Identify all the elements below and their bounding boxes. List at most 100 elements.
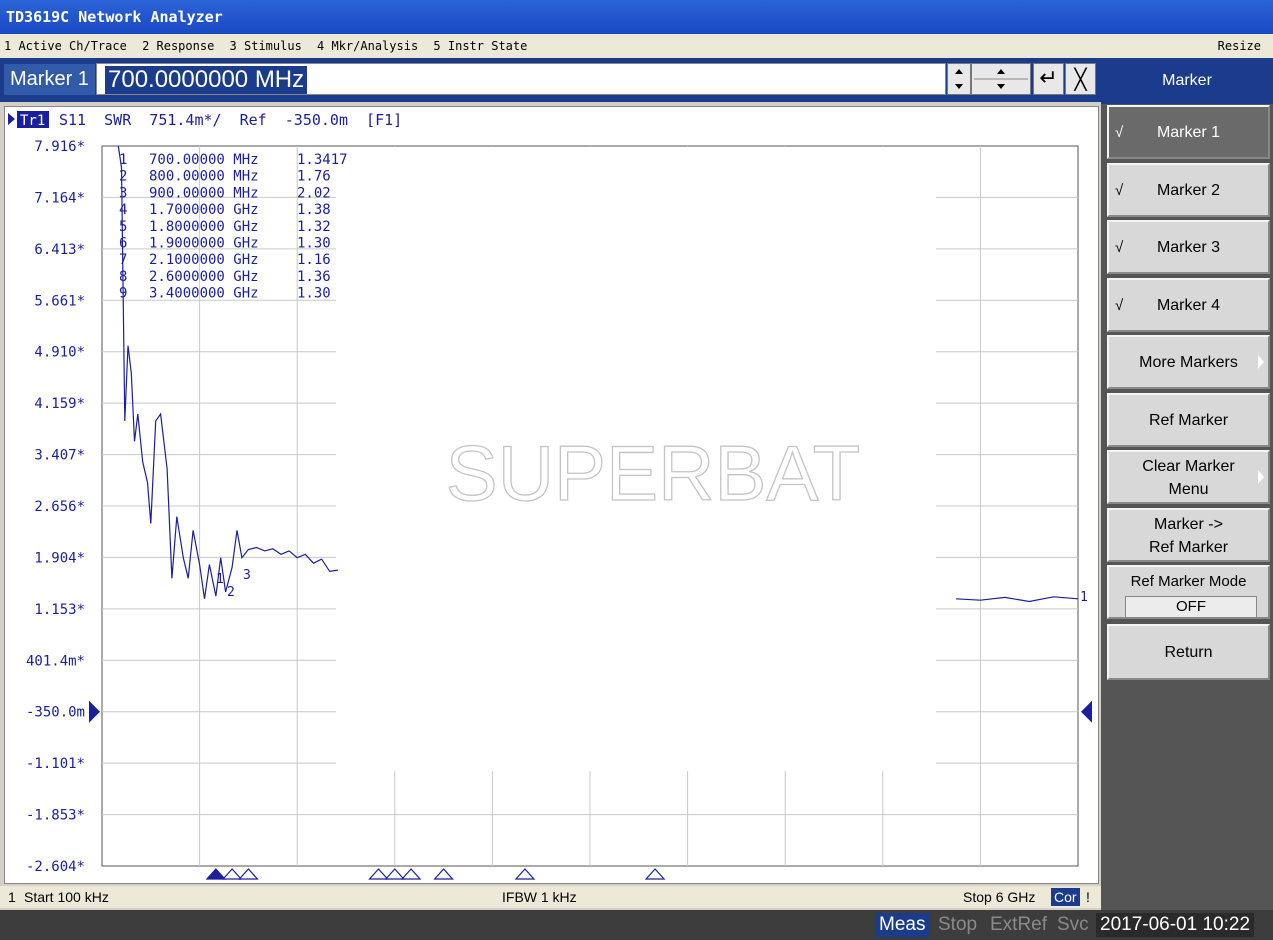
submenu-arrow-icon: [1258, 470, 1264, 484]
marker-triangle-icon: [514, 868, 536, 880]
marker-3-key[interactable]: √ Marker 3: [1107, 220, 1270, 274]
spin-up-down-button[interactable]: [947, 63, 971, 95]
status-ifbw: IFBW 1 kHz: [502, 889, 577, 905]
marker-3-trace-label: 3: [243, 568, 251, 583]
marker-table-stimulus: 700.00000 MHz: [149, 152, 259, 168]
trace-end-label: 1: [1080, 590, 1088, 605]
window-title: TD3619C Network Analyzer: [0, 0, 1273, 34]
marker-triangle-icon: [205, 868, 227, 880]
active-trace-arrow-icon: [8, 113, 15, 125]
marker-to-ref-label-2: Ref Marker: [1148, 539, 1229, 556]
marker-to-ref-key[interactable]: Marker -> Ref Marker: [1107, 508, 1270, 562]
footer-stop: Stop: [938, 914, 978, 935]
y-tick-label: 4.159*: [34, 396, 85, 412]
marker-triangle-icon: [433, 868, 454, 880]
entry-label: Marker 1: [4, 64, 95, 95]
resize-button[interactable]: Resize: [1214, 34, 1265, 58]
watermark: SUPERBAT: [446, 429, 861, 517]
trace-header-text: S11 SWR 751.4m*/ Ref -350.0m [F1]: [59, 111, 402, 129]
step-up-down-button[interactable]: [971, 63, 1031, 95]
y-tick-label: 7.916*: [34, 139, 85, 155]
clear-marker-label-1: Clear Marker: [1142, 458, 1235, 475]
marker-table-value: 1.32: [297, 219, 331, 235]
marker-triangle-icon: [238, 868, 259, 880]
ref-marker-key[interactable]: Ref Marker: [1107, 393, 1270, 447]
marker-triangle-icon: [644, 868, 666, 880]
marker-4-key[interactable]: √ Marker 4: [1107, 278, 1270, 332]
marker-2-label: Marker 2: [1156, 182, 1221, 199]
chart-area[interactable]: 7.916* 7.164* 6.413* 5.661* 4.910* 4.159* 3.40…: [4, 106, 1099, 884]
marker-triangle-icon: [400, 868, 422, 880]
status-start: Start 100 kHz: [24, 889, 109, 905]
menu-bar: 1 Active Ch/Trace 2 Response 3 Stimulus …: [0, 34, 1273, 58]
clear-marker-label-2: Menu: [1168, 481, 1209, 498]
marker-table-value: 1.36: [297, 269, 331, 285]
marker-triangles: [205, 868, 666, 880]
enter-button[interactable]: ↵: [1033, 63, 1064, 95]
clear-marker-menu-key[interactable]: Clear Marker Menu: [1107, 450, 1270, 504]
reference-right-arrow-icon: [1081, 700, 1092, 723]
y-tick-label: 401.4m*: [26, 653, 85, 669]
y-tick-labels: 7.916* 7.164* 6.413* 5.661* 4.910* 4.159* 3.40…: [26, 139, 85, 875]
marker-table-stimulus: 1.7000000 GHz: [149, 202, 259, 218]
y-tick-label: -1.853*: [26, 808, 85, 824]
marker-table-stimulus: 1.8000000 GHz: [149, 219, 259, 235]
status-channel: 1: [8, 889, 16, 905]
marker-triangle-icon: [221, 868, 243, 880]
menu-mkr-analysis[interactable]: 4 Mkr/Analysis: [313, 34, 422, 58]
status-cor: Cor: [1051, 888, 1080, 906]
marker-table-value: 1.30: [297, 236, 331, 252]
marker-3-label: Marker 3: [1156, 239, 1221, 256]
y-tick-label: 5.661*: [34, 293, 85, 309]
menu-response[interactable]: 2 Response: [138, 34, 218, 58]
close-entry-button[interactable]: ╳: [1065, 63, 1096, 95]
trace-line-high-band: [955, 596, 1079, 603]
marker-frequency-value: 700.0000000 MHz: [105, 66, 308, 94]
marker-table-value: 2.02: [297, 185, 331, 201]
return-key[interactable]: Return: [1107, 624, 1270, 680]
status-stop: Stop 6 GHz: [963, 889, 1036, 905]
y-tick-label: 4.910*: [34, 345, 85, 361]
y-tick-label: 2.656*: [34, 499, 85, 515]
ref-marker-mode-label: Ref Marker Mode: [1130, 573, 1247, 590]
marker-table-value: 1.30: [297, 286, 331, 302]
trace-header: Tr1 S11 SWR 751.4m*/ Ref -350.0m [F1]: [8, 111, 402, 129]
footer-extref: ExtRef: [990, 914, 1048, 935]
reference-left-arrow-icon: [89, 700, 100, 723]
swr-chart[interactable]: 7.916* 7.164* 6.413* 5.661* 4.910* 4.159* 3.40…: [5, 107, 1098, 883]
ref-marker-mode-value: OFF: [1125, 596, 1257, 618]
marker-2-key[interactable]: √ Marker 2: [1107, 163, 1270, 217]
y-tick-label: 1.904*: [34, 550, 85, 566]
status-excl: !: [1086, 889, 1090, 905]
ref-marker-mode-key[interactable]: Ref Marker Mode OFF: [1107, 565, 1270, 619]
marker-triangle-icon: [384, 868, 406, 880]
marker-table-value: 1.16: [297, 252, 331, 268]
marker-1-key[interactable]: √ Marker 1: [1107, 105, 1270, 159]
marker-table-value: 1.3417: [297, 152, 348, 168]
ref-marker-label: Ref Marker: [1148, 412, 1229, 429]
menu-active-ch[interactable]: 1 Active Ch/Trace: [0, 34, 131, 58]
marker-frequency-input[interactable]: 700.0000000 MHz: [96, 63, 946, 95]
y-tick-label: 6.413*: [34, 242, 85, 258]
marker-table: 1 700.00000 MHz 1.34172 800.00000 MHz 1.763 9…: [119, 152, 348, 302]
submenu-arrow-icon: [1258, 355, 1264, 369]
marker-table-number: 4: [119, 202, 127, 218]
step-arrows-icon: [974, 69, 1028, 89]
marker-4-label: Marker 4: [1156, 297, 1221, 314]
spin-arrows-icon: [955, 69, 963, 89]
more-markers-key[interactable]: More Markers: [1107, 335, 1270, 389]
trace-tag: Tr1: [20, 113, 45, 129]
marker-1-trace-label: 1: [216, 572, 224, 587]
menu-stimulus[interactable]: 3 Stimulus: [226, 34, 306, 58]
marker-2-trace-label: 2: [227, 585, 235, 600]
marker-table-stimulus: 900.00000 MHz: [149, 185, 259, 201]
marker-to-ref-label-1: Marker ->: [1154, 516, 1223, 533]
y-tick-label: -2.604*: [26, 859, 85, 875]
y-tick-label: 7.164*: [34, 190, 85, 206]
menu-instr-state[interactable]: 5 Instr State: [429, 34, 531, 58]
y-tick-label: 1.153*: [34, 602, 85, 618]
marker-table-stimulus: 3.4000000 GHz: [149, 286, 259, 302]
footer-svc: Svc: [1057, 914, 1089, 935]
marker-table-value: 1.76: [297, 169, 331, 185]
panel-title: Marker: [1101, 58, 1273, 104]
